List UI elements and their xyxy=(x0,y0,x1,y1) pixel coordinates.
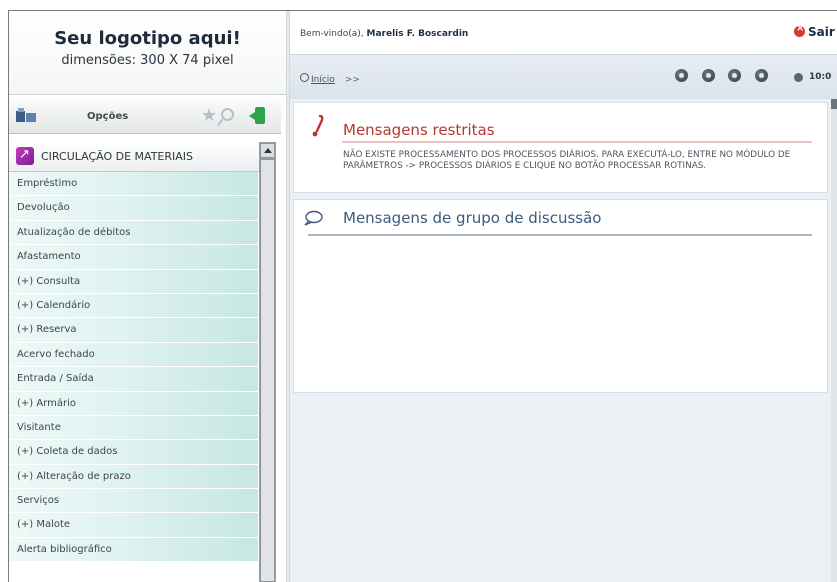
favorites-star-icon[interactable]: ★ xyxy=(201,105,217,126)
right-column: Bem-vindo(a), Marelis F. Boscardin Sair … xyxy=(290,11,837,582)
sidebar-menu-item[interactable]: (+) Armário xyxy=(9,391,258,416)
menu-header[interactable]: CIRCULAÇÃO DE MATERIAIS xyxy=(9,142,265,172)
welcome-prefix: Bem-vindo(a), xyxy=(300,29,364,39)
breadcrumb-home-link[interactable]: Início xyxy=(311,75,335,85)
sidebar-scrollbar[interactable] xyxy=(259,142,276,582)
module-icon-3[interactable] xyxy=(728,69,741,82)
app-frame: Seu logotipo aqui! dimensões: 300 X 74 p… xyxy=(8,10,837,582)
title-divider xyxy=(342,141,812,143)
clock-time: 10:0 xyxy=(809,72,832,82)
module-icon-2[interactable] xyxy=(702,69,715,82)
user-name: Marelis F. Boscardin xyxy=(366,29,469,39)
restricted-messages-panel: Mensagens restritas NÃO EXISTE PROCESSAM… xyxy=(293,102,828,193)
breadcrumb: Início >> xyxy=(300,73,360,85)
logo-area: Seu logotipo aqui! dimensões: 300 X 74 p… xyxy=(9,11,286,95)
logout-button[interactable]: Sair xyxy=(794,23,835,39)
sidebar-menu-item[interactable]: Entrada / Saída xyxy=(9,367,258,392)
sidebar-menu-item[interactable]: Devolução xyxy=(9,196,258,221)
logout-icon xyxy=(794,23,805,37)
left-column: Seu logotipo aqui! dimensões: 300 X 74 p… xyxy=(9,11,286,582)
content-area: Mensagens restritas NÃO EXISTE PROCESSAM… xyxy=(290,99,837,582)
sidebar-menu-item[interactable]: Alerta bibliográfico xyxy=(9,537,258,563)
chat-bubble-icon xyxy=(304,210,323,226)
sidebar-menu-item[interactable]: (+) Consulta xyxy=(9,269,258,294)
sidebar-menu-item[interactable]: Empréstimo xyxy=(9,172,258,197)
module-icon-4[interactable] xyxy=(755,69,768,82)
search-icon[interactable] xyxy=(221,108,234,121)
sidebar-menu-item[interactable]: Afastamento xyxy=(9,245,258,270)
modules-icon[interactable] xyxy=(16,108,36,123)
content-scrollbar[interactable] xyxy=(831,99,837,582)
sidebar-menu-item[interactable]: (+) Calendário xyxy=(9,293,258,319)
sidebar-menu-item[interactable]: Acervo fechado xyxy=(9,342,258,368)
discussion-messages-title: Mensagens de grupo de discussão xyxy=(343,209,602,227)
collapse-panel-icon[interactable] xyxy=(249,107,265,124)
logo-title: Seu logotipo aqui! xyxy=(54,28,241,49)
breadcrumb-separator: >> xyxy=(344,75,360,85)
menu-title: CIRCULAÇÃO DE MATERIAIS xyxy=(41,150,194,163)
pin-icon xyxy=(312,115,324,137)
options-label[interactable]: Opções xyxy=(87,111,128,122)
restricted-messages-title: Mensagens restritas xyxy=(343,121,495,139)
clock-icon xyxy=(794,73,803,82)
options-bar: Opções ★ xyxy=(9,99,281,134)
logout-label: Sair xyxy=(808,25,835,39)
menu-list: Empréstimo Devolução Atualização de débito… xyxy=(9,172,258,563)
home-icon xyxy=(300,73,309,82)
title-divider xyxy=(308,234,812,236)
logo-subtitle: dimensões: 300 X 74 pixel xyxy=(61,53,234,68)
navigation-bar: Início >> 10:0 xyxy=(290,54,837,100)
welcome-text: Bem-vindo(a), Marelis F. Boscardin xyxy=(300,29,468,39)
sidebar-menu-item[interactable]: (+) Alteração de prazo xyxy=(9,464,258,490)
scroll-thumb[interactable] xyxy=(260,159,275,582)
circulation-icon xyxy=(16,147,34,165)
module-icon-1[interactable] xyxy=(675,69,688,82)
scroll-up-arrow-icon[interactable] xyxy=(260,143,275,158)
sidebar-menu-item[interactable]: (+) Reserva xyxy=(9,318,258,343)
sidebar-menu-item[interactable]: Atualização de débitos xyxy=(9,220,258,246)
restricted-message-text: NÃO EXISTE PROCESSAMENTO DOS PROCESSOS D… xyxy=(343,150,791,171)
sidebar-menu-item[interactable]: (+) Coleta de dados xyxy=(9,440,258,465)
sidebar-menu-item[interactable]: (+) Malote xyxy=(9,513,258,538)
discussion-messages-panel: Mensagens de grupo de discussão xyxy=(293,199,828,393)
sidebar-menu-item[interactable]: Visitante xyxy=(9,415,258,441)
sidebar-menu-item[interactable]: Serviços xyxy=(9,489,258,514)
